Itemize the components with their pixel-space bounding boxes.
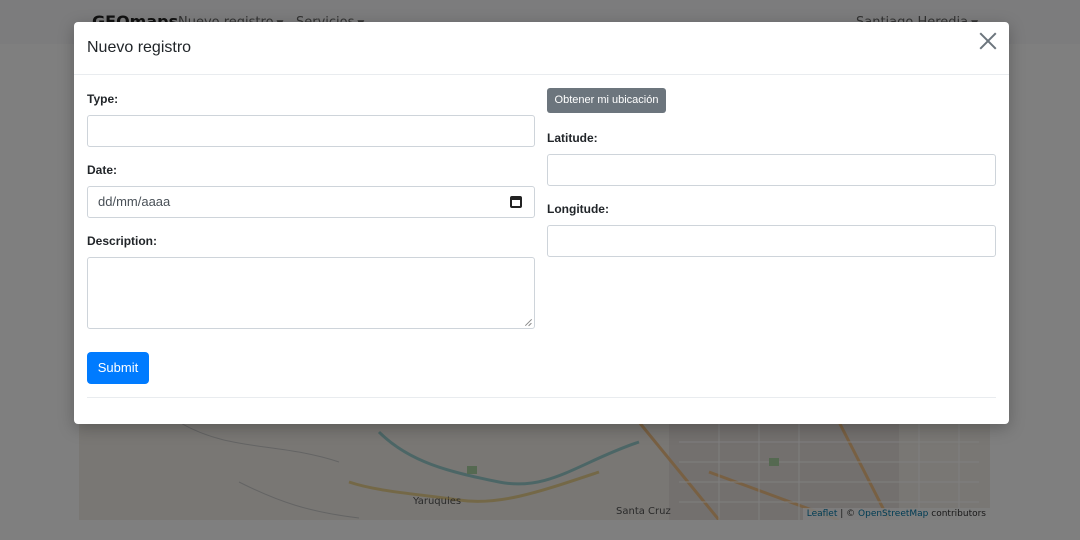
close-icon[interactable]	[979, 32, 997, 50]
modal-title: Nuevo registro	[87, 39, 192, 56]
get-location-button[interactable]: Obtener mi ubicación	[547, 88, 666, 113]
latitude-input[interactable]	[547, 154, 996, 186]
submit-button[interactable]: Submit	[87, 352, 149, 384]
description-label: Description:	[87, 234, 158, 248]
new-record-modal: Nuevo registro Type: Date: dd/mm/aaaa De…	[74, 22, 1009, 424]
longitude-input[interactable]	[547, 225, 996, 257]
modal-divider	[87, 397, 996, 398]
calendar-icon[interactable]	[510, 196, 522, 208]
description-textarea[interactable]	[87, 257, 535, 329]
date-placeholder: dd/mm/aaaa	[98, 194, 171, 209]
resize-grip-icon[interactable]	[524, 318, 532, 326]
modal-header: Nuevo registro	[74, 22, 1009, 75]
type-input[interactable]	[87, 115, 535, 147]
date-input[interactable]: dd/mm/aaaa	[87, 186, 535, 218]
date-label: Date:	[87, 163, 118, 177]
longitude-label: Longitude:	[547, 202, 609, 216]
latitude-label: Latitude:	[547, 131, 598, 145]
type-label: Type:	[87, 92, 119, 106]
